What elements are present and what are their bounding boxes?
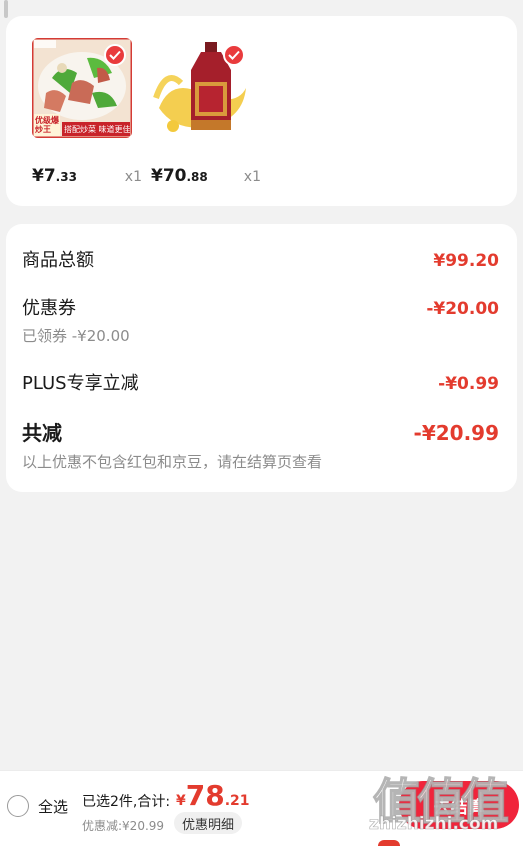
product-qty: x1: [124, 169, 142, 185]
discount-summary-card: 商品总额 ¥99.20 优惠券 -¥20.00 已领券 -¥20.00 PLUS…: [6, 224, 517, 492]
select-all-label[interactable]: 全选: [38, 796, 68, 817]
product-thumbnail[interactable]: 优级爆炒王 搭配炒菜 味道更佳: [32, 38, 132, 138]
total-discount-row: 共减 -¥20.99: [22, 417, 499, 446]
scroll-handle: [4, 0, 8, 18]
discount-info: 优惠减:¥20.99: [82, 819, 165, 833]
plus-label: PLUS专享立减: [22, 373, 139, 394]
total-amount: ¥78.21: [176, 779, 250, 812]
badge-dot: [378, 840, 400, 846]
goods-total-row: 商品总额 ¥99.20: [22, 246, 499, 272]
select-all-radio[interactable]: [7, 795, 29, 817]
coupon-row: 优惠券 -¥20.00: [22, 294, 499, 320]
coupon-label: 优惠券: [22, 298, 76, 319]
product-item[interactable]: 优级爆炒王 搭配炒菜 味道更佳 ¥7.33 x1: [32, 38, 142, 186]
products-card: 优级爆炒王 搭配炒菜 味道更佳 ¥7.33 x1 ¥70.88 x1: [6, 16, 517, 206]
checkout-button[interactable]: 去结算: [399, 781, 519, 829]
product-thumbnail[interactable]: [151, 38, 251, 138]
selected-info: 已选2件,合计:: [82, 794, 171, 810]
product-price: ¥7.33: [32, 166, 77, 186]
goods-total-value: ¥99.20: [433, 251, 499, 271]
thumb-badge: 优级爆炒王: [35, 116, 59, 134]
product-qty: x1: [243, 169, 261, 185]
selected-check-icon[interactable]: [104, 44, 126, 66]
discount-detail-button[interactable]: 优惠明细: [174, 812, 243, 834]
plus-row: PLUS专享立减 -¥0.99: [22, 369, 499, 395]
goods-total-label: 商品总额: [22, 250, 94, 271]
total-discount-value: -¥20.99: [413, 421, 499, 445]
plus-value: -¥0.99: [438, 374, 499, 394]
total-discount-label: 共减: [22, 421, 62, 445]
checkout-bar: 全选 已选2件,合计: ¥78.21 优惠减:¥20.99 优惠明细 去结算: [0, 770, 523, 846]
discount-note: 以上优惠不包含红包和京豆，请在结算页查看: [22, 453, 323, 471]
coupon-sub: 已领券 -¥20.00: [22, 327, 130, 345]
coupon-value: -¥20.00: [426, 299, 499, 319]
product-item[interactable]: ¥70.88 x1: [151, 38, 261, 186]
product-price: ¥70.88: [151, 166, 208, 186]
thumb-caption: 搭配炒菜 味道更佳: [64, 125, 131, 134]
selected-check-icon[interactable]: [223, 44, 245, 66]
